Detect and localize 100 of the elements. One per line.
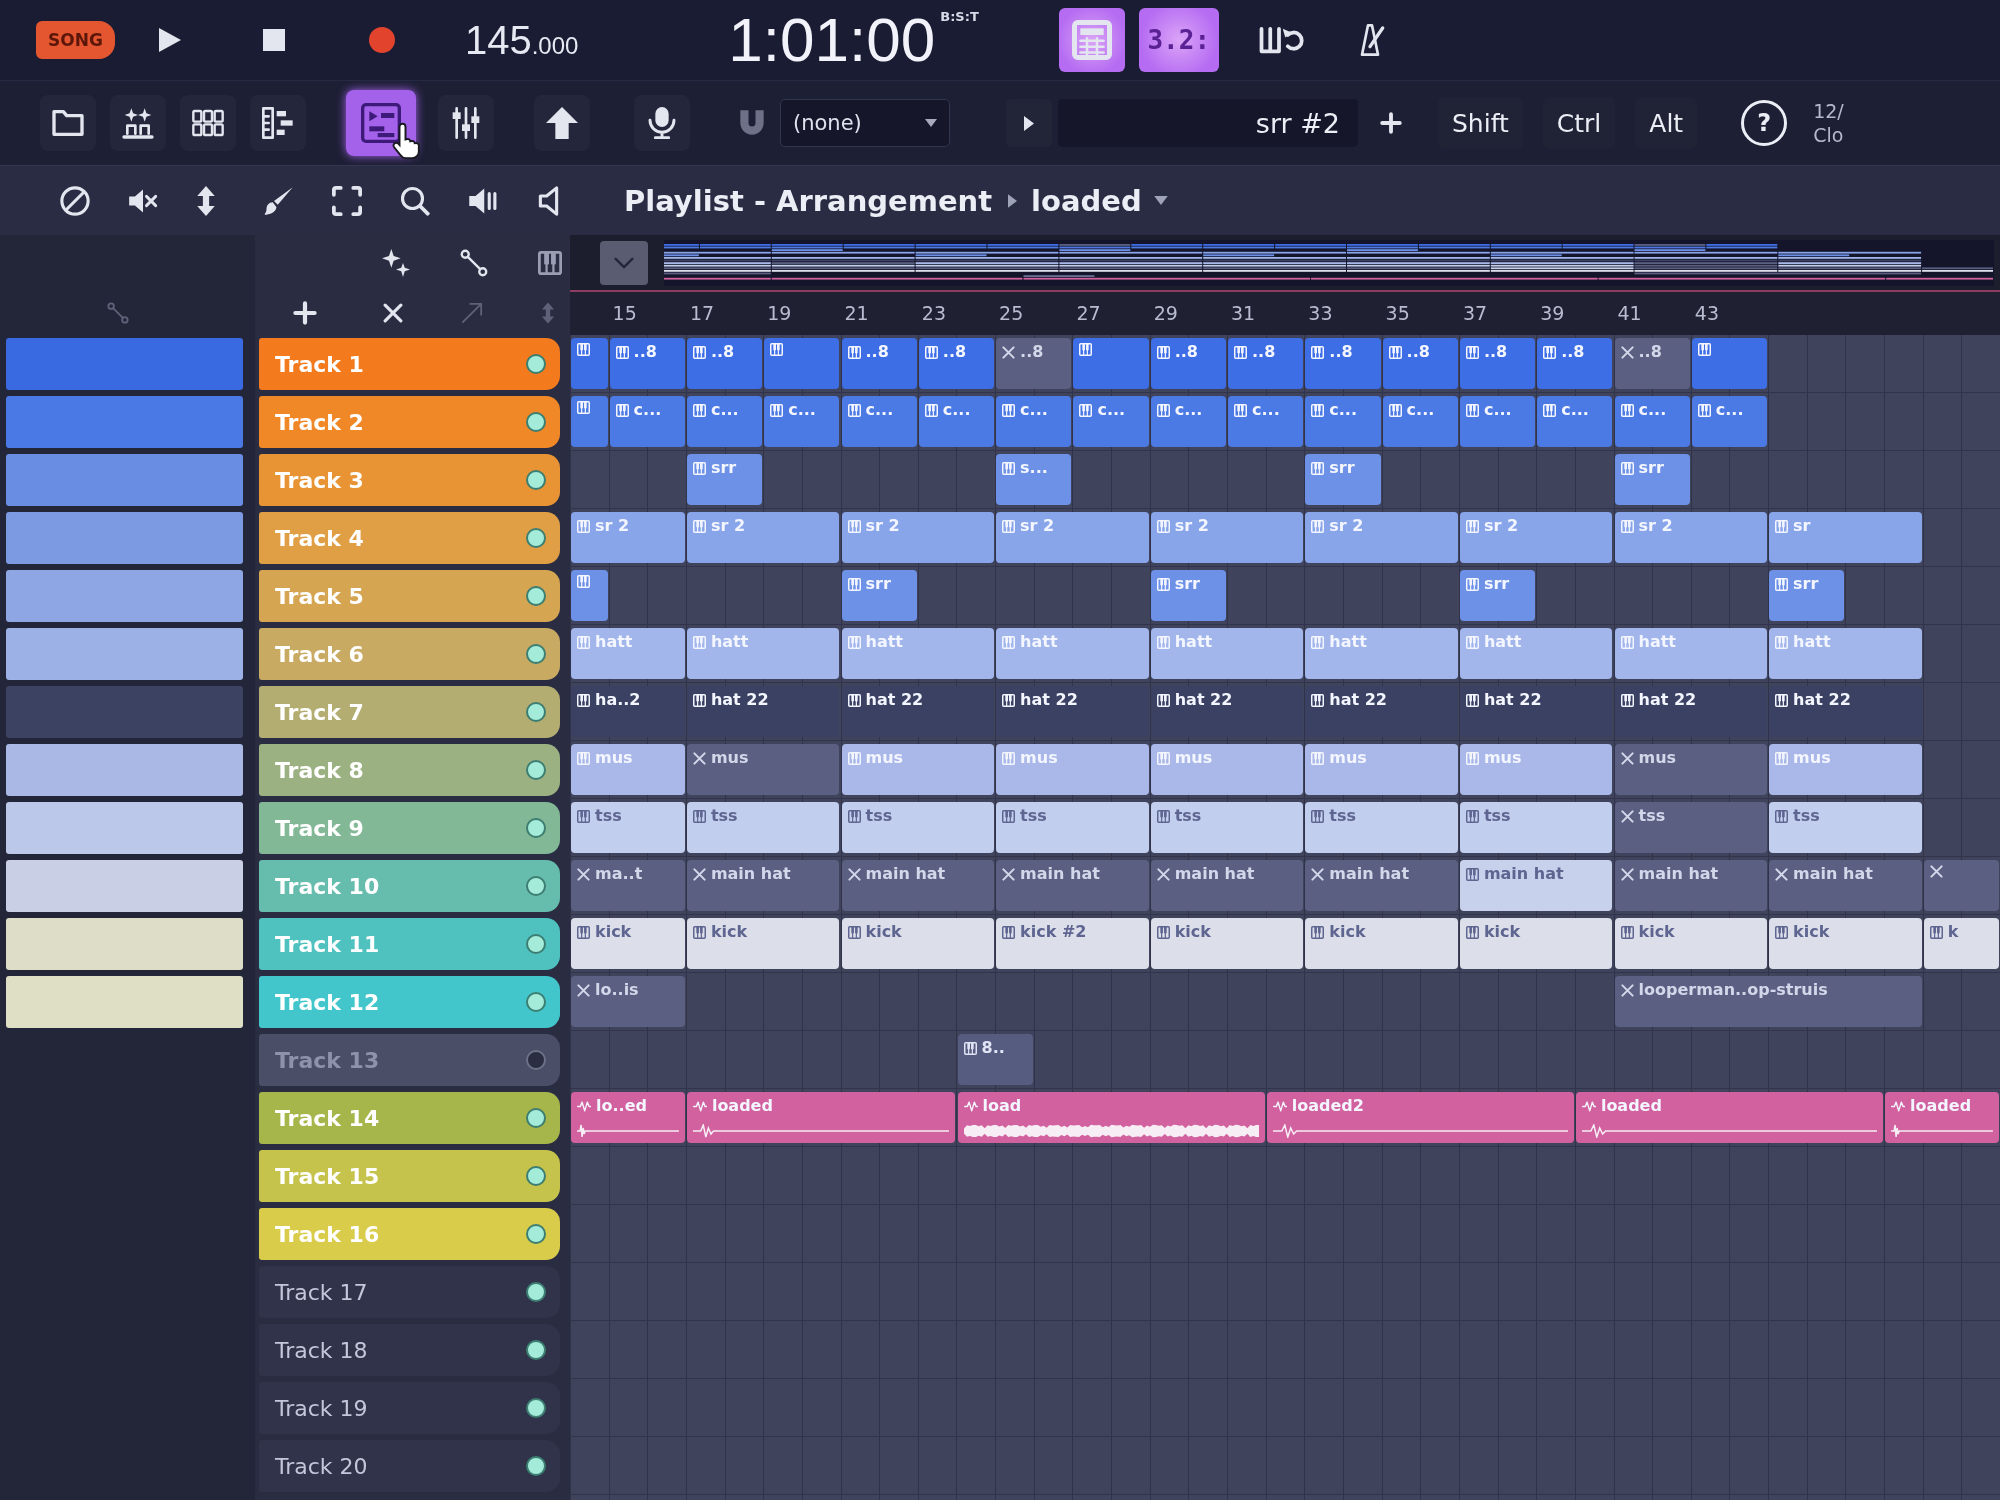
pattern-clip[interactable]: srr [1459, 570, 1536, 621]
track-led-icon[interactable] [526, 1398, 546, 1418]
pattern-clip[interactable]: c... [1305, 396, 1381, 447]
pattern-clip[interactable]: main hat [1614, 860, 1768, 911]
pattern-clip[interactable]: ..8 [1459, 338, 1536, 389]
pattern-clip[interactable]: c... [1228, 396, 1304, 447]
play-icon[interactable] [158, 28, 181, 52]
pattern-clip[interactable]: sr 2 [1150, 512, 1304, 563]
pattern-clip[interactable]: kick #2 [996, 918, 1149, 969]
pattern-clip[interactable]: main hat [1769, 860, 1922, 911]
track-header[interactable]: Track 11 [259, 918, 560, 970]
brush-icon[interactable] [264, 185, 294, 216]
pattern-clip[interactable]: srr [1305, 454, 1381, 505]
plus-icon[interactable] [293, 300, 317, 325]
track-led-icon[interactable] [526, 934, 546, 954]
track-led-icon[interactable] [526, 1224, 546, 1244]
pattern-clip[interactable]: c... [686, 396, 763, 447]
pattern-clip[interactable]: srr [1614, 454, 1690, 505]
pattern-clip[interactable]: hat 22 [1769, 686, 1922, 737]
selection-frame-icon[interactable] [332, 185, 362, 216]
pattern-clip[interactable]: tss [1459, 802, 1613, 853]
stars-button[interactable] [110, 95, 166, 151]
pattern-clip[interactable]: tss [1769, 802, 1922, 853]
track-header[interactable]: Track 14 [259, 1092, 560, 1144]
pattern-clip[interactable]: kick [686, 918, 840, 969]
pattern-clip[interactable]: hat 22 [686, 686, 840, 737]
pattern-clip[interactable]: c... [841, 396, 917, 447]
pattern-clip[interactable]: hat 22 [1150, 686, 1304, 737]
pattern-clip[interactable]: srr [1150, 570, 1226, 621]
track-led-icon[interactable] [526, 586, 546, 606]
track-header[interactable]: Track 7 [259, 686, 560, 738]
snap-dropdown[interactable]: (none) [780, 99, 950, 147]
track-header[interactable]: Track 17 [259, 1266, 560, 1318]
pattern-clip[interactable]: ..8 [686, 338, 763, 389]
track-header[interactable]: Track 1 [259, 338, 560, 390]
pattern-clip[interactable]: c... [1691, 396, 1768, 447]
pattern-clip[interactable]: kick [571, 918, 685, 969]
pattern-clip[interactable]: ha..2 [571, 686, 685, 737]
audio-clip[interactable]: loaded [1885, 1092, 1999, 1143]
pattern-clip[interactable] [1923, 860, 1999, 911]
up-arrow-button[interactable] [534, 95, 590, 151]
pattern-clip[interactable]: sr 2 [571, 512, 685, 563]
caret-icon[interactable] [1153, 196, 1168, 205]
audio-clip[interactable]: lo..is [571, 976, 685, 1027]
pattern-clip[interactable]: hat 22 [1305, 686, 1458, 737]
pattern-clip[interactable]: main hat [1150, 860, 1304, 911]
pattern-clip[interactable]: tss [686, 802, 840, 853]
rack-button[interactable] [180, 95, 236, 151]
pattern-clip[interactable]: tss [1614, 802, 1768, 853]
track-header[interactable]: Track 20 [259, 1440, 560, 1492]
pattern-selector[interactable]: srr #2 [1058, 99, 1358, 147]
pattern-clip[interactable]: tss [571, 802, 685, 853]
pattern-clip[interactable] [1691, 338, 1768, 389]
arrangement-name[interactable]: loaded [1031, 183, 1142, 218]
pattern-clip[interactable]: main hat [841, 860, 995, 911]
track-header[interactable]: Track 19 [259, 1382, 560, 1434]
folder-button[interactable] [40, 95, 96, 151]
pattern-clip[interactable]: c... [1150, 396, 1226, 447]
keyboard-toggle[interactable] [1058, 8, 1125, 72]
pattern-clip[interactable]: sr 2 [996, 512, 1149, 563]
pattern-clip[interactable]: ..8 [609, 338, 685, 389]
track-header[interactable]: Track 8 [259, 744, 560, 796]
pattern-clip[interactable]: ..8 [1382, 338, 1458, 389]
track-led-icon[interactable] [526, 1166, 546, 1186]
pattern-clip[interactable]: sr 2 [1459, 512, 1613, 563]
pattern-clip[interactable]: c... [1537, 396, 1613, 447]
stop-icon[interactable] [262, 29, 285, 51]
track-led-icon[interactable] [526, 1456, 546, 1476]
pattern-clip[interactable]: tss [1150, 802, 1304, 853]
track-led-icon[interactable] [526, 1340, 546, 1360]
pattern-clip[interactable]: kick [841, 918, 995, 969]
pattern-clip[interactable]: ..8 [1537, 338, 1613, 389]
track-led-icon[interactable] [526, 1108, 546, 1128]
track-led-icon[interactable] [526, 702, 546, 722]
loop-toggle[interactable] [1258, 25, 1304, 55]
pattern-clip[interactable]: c... [1073, 396, 1149, 447]
pattern-clip[interactable]: ..8 [996, 338, 1072, 389]
collapse-button[interactable] [600, 240, 648, 285]
pattern-clip[interactable]: ..8 [1150, 338, 1226, 389]
magnet-icon[interactable] [738, 109, 766, 137]
pattern-clip[interactable]: ma..t [571, 860, 685, 911]
pattern-clip[interactable]: ..8 [841, 338, 917, 389]
pattern-clip[interactable]: sr [1769, 512, 1922, 563]
pattern-clip[interactable]: hat 22 [841, 686, 995, 737]
track-header[interactable]: Track 4 [259, 512, 560, 564]
track-led-icon[interactable] [526, 1050, 546, 1070]
countdown-toggle[interactable]: 3.2: [1138, 8, 1219, 72]
pattern-clip[interactable]: hat 22 [1459, 686, 1613, 737]
record-icon[interactable] [368, 27, 395, 53]
audio-clip[interactable]: loaded2 [1266, 1092, 1574, 1143]
pattern-clip[interactable]: 8.. [957, 1034, 1033, 1085]
audio-clip[interactable]: loaded [1575, 1092, 1884, 1143]
track-led-icon[interactable] [526, 644, 546, 664]
pattern-clip[interactable] [571, 570, 608, 621]
pattern-clip[interactable]: c... [918, 396, 995, 447]
pattern-clip[interactable]: hat 22 [1614, 686, 1768, 737]
track-led-icon[interactable] [526, 992, 546, 1012]
track-header[interactable]: Track 18 [259, 1324, 560, 1376]
pattern-clip[interactable]: tss [996, 802, 1149, 853]
pattern-clip[interactable] [571, 338, 608, 389]
